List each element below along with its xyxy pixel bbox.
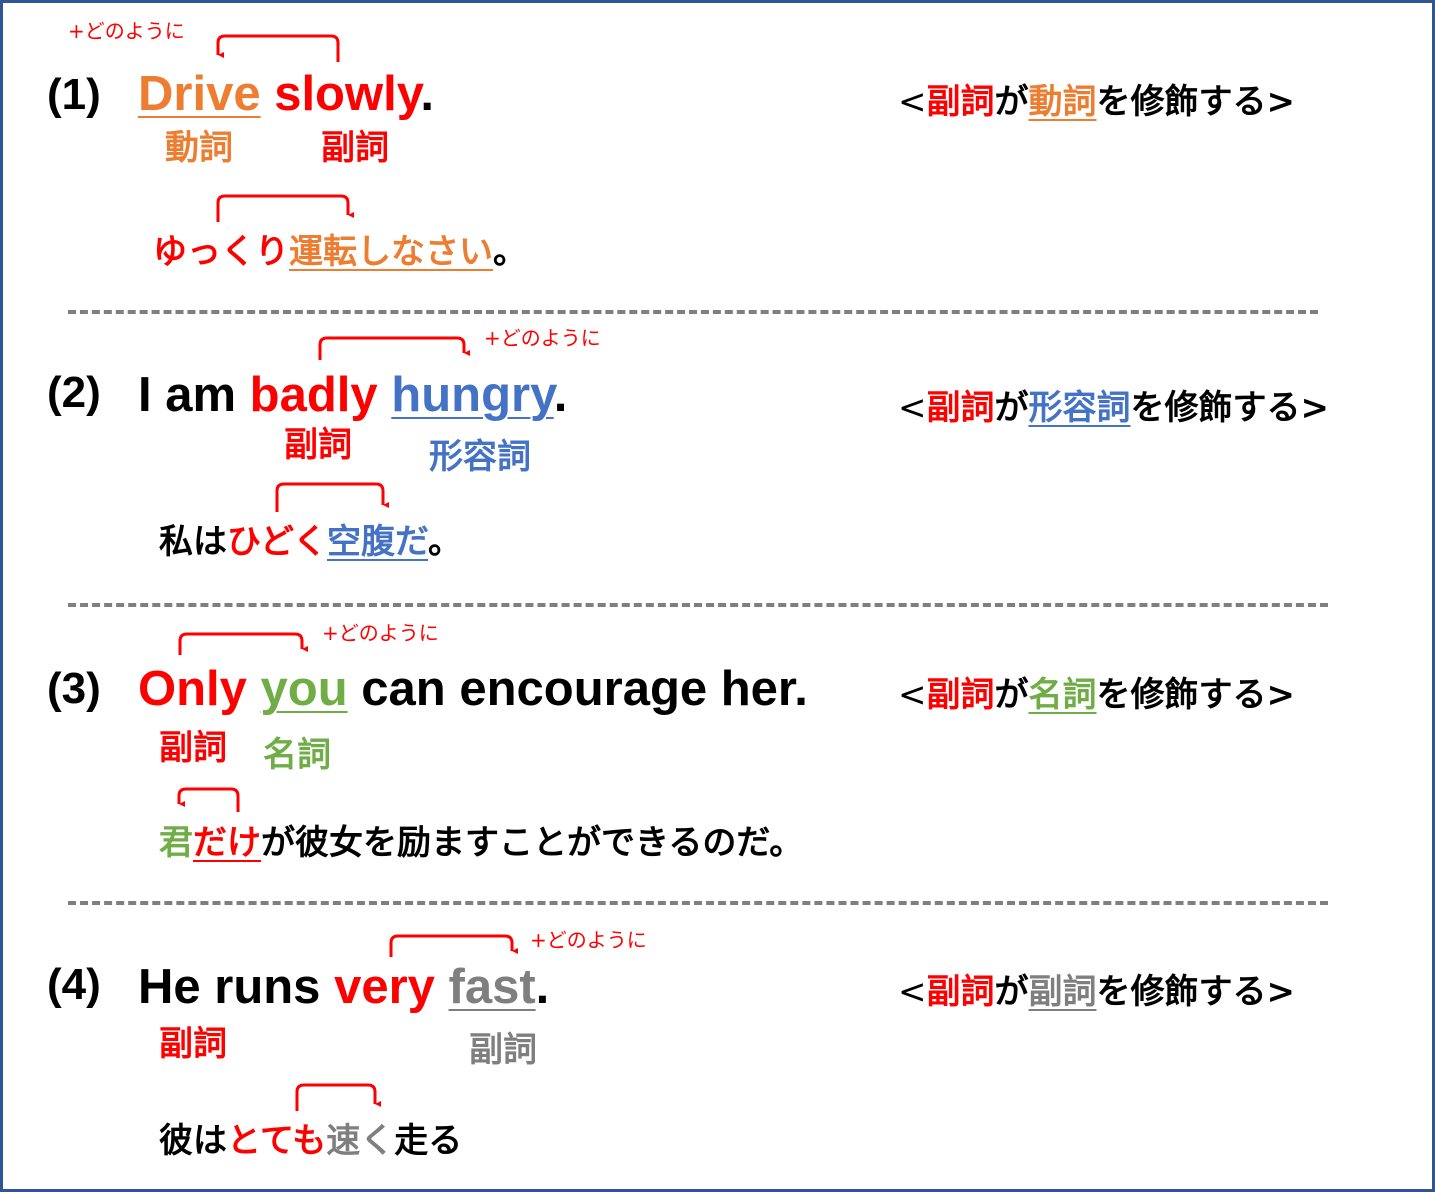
sentence-start: I am [138, 368, 250, 422]
annotation-how: +どのように [322, 621, 439, 645]
translation-arrow-2 [275, 482, 383, 512]
translation-subject: 私は [159, 522, 227, 562]
rule-open: < [898, 675, 927, 715]
rule-adverb: 副詞 [926, 675, 995, 715]
rule-particle: が [994, 388, 1029, 428]
adjective-word: hungry [391, 368, 554, 422]
rule-particle: が [994, 82, 1029, 122]
rule-close: を修飾する> [1096, 82, 1296, 122]
rule-open: < [898, 972, 927, 1012]
label-adverb: 副詞 [159, 1024, 227, 1064]
example-sentence: Only you can encourage her. [138, 665, 808, 714]
rule-close: を修飾する> [1096, 972, 1296, 1012]
label-noun: 名詞 [263, 735, 331, 775]
rule-particle: が [994, 675, 1029, 715]
translation-noun: 君 [159, 823, 193, 863]
modifier-arrow-2 [318, 336, 464, 360]
sentence-start: He runs [138, 960, 335, 1014]
translation-rest: が彼女を励ますことができるのだ。 [261, 823, 804, 863]
example-sentence: I am badly hungry. [138, 371, 567, 420]
rule-label: <副詞が名詞を修飾する> [898, 678, 1295, 712]
adverb-word: very [334, 960, 435, 1014]
section-divider [68, 603, 1328, 607]
rule-particle: が [994, 972, 1029, 1012]
translation-modified-adverb: 速く [326, 1121, 395, 1161]
rule-target: 副詞 [1028, 972, 1097, 1012]
japanese-translation: 君だけが彼女を励ますことができるのだ。 [159, 826, 803, 860]
translation-end: 。 [427, 522, 462, 562]
adverb-word: badly [249, 368, 378, 422]
period: . [420, 67, 434, 121]
translation-arrow-3 [177, 787, 240, 812]
translation-verb: 走る [394, 1121, 463, 1161]
translation-adverb: ひどく [227, 522, 327, 562]
japanese-translation: 彼はとても速く走る [159, 1124, 462, 1158]
verb-word: Drive [138, 67, 261, 121]
rule-adverb: 副詞 [926, 82, 995, 122]
rule-label: <副詞が動詞を修飾する> [898, 85, 1295, 119]
rule-open: < [898, 388, 927, 428]
item-number: (4) [47, 960, 101, 1009]
sentence-rest: can encourage her. [347, 662, 808, 716]
rule-label: <副詞が副詞を修飾する> [898, 975, 1295, 1009]
item-number: (1) [47, 70, 101, 119]
translation-end: 。 [493, 232, 527, 272]
label-modified-adverb: 副詞 [469, 1030, 537, 1070]
rule-label: <副詞が形容詞を修飾する> [898, 391, 1329, 425]
modified-adverb-word: fast [448, 960, 536, 1014]
rule-adverb: 副詞 [926, 388, 995, 428]
label-adjective: 形容詞 [429, 437, 531, 477]
annotation-how: +どのように [484, 326, 601, 350]
modifier-arrow-1 [216, 34, 340, 62]
rule-close: を修飾する> [1096, 675, 1296, 715]
label-adverb: 副詞 [321, 128, 389, 168]
japanese-translation: ゆっくり運転しなさい。 [153, 235, 527, 269]
noun-word: you [260, 662, 348, 716]
rule-open: < [898, 82, 927, 122]
adverb-word: Only [138, 662, 247, 716]
item-number: (3) [47, 664, 101, 713]
rule-target: 形容詞 [1028, 388, 1131, 428]
rule-close: を修飾する> [1130, 388, 1330, 428]
period: . [535, 960, 550, 1014]
adverb-grammar-sheet: +どのように (1) Drive slowly. 動詞 副詞 ゆっくり運転しなさ… [0, 0, 1435, 1192]
section-divider [68, 310, 1318, 314]
modifier-arrow-3 [178, 632, 302, 655]
label-adverb: 副詞 [159, 728, 227, 768]
translation-adverb: ゆっくり [153, 232, 289, 272]
rule-target: 動詞 [1028, 82, 1097, 122]
example-sentence: He runs very fast. [138, 963, 549, 1012]
annotation-how: +どのように [68, 19, 185, 43]
japanese-translation: 私はひどく空腹だ。 [159, 525, 462, 559]
rule-adverb: 副詞 [926, 972, 995, 1012]
period: . [553, 368, 568, 422]
translation-verb: 運転しなさい [289, 232, 493, 272]
translation-adverb: とても [227, 1121, 327, 1161]
adverb-word: slowly [260, 67, 421, 121]
label-adverb: 副詞 [284, 425, 352, 465]
annotation-how: +どのように [530, 928, 647, 952]
item-number: (2) [47, 368, 101, 417]
translation-arrow-1 [216, 194, 348, 222]
label-verb: 動詞 [165, 128, 233, 168]
translation-subject: 彼は [159, 1121, 227, 1161]
modifier-arrow-4 [389, 934, 512, 957]
section-divider [68, 901, 1328, 905]
translation-adverb: だけ [193, 823, 261, 863]
example-sentence: Drive slowly. [138, 70, 434, 119]
translation-arrow-4 [295, 1083, 375, 1111]
translation-adjective: 空腹だ [326, 522, 428, 562]
rule-target: 名詞 [1028, 675, 1097, 715]
